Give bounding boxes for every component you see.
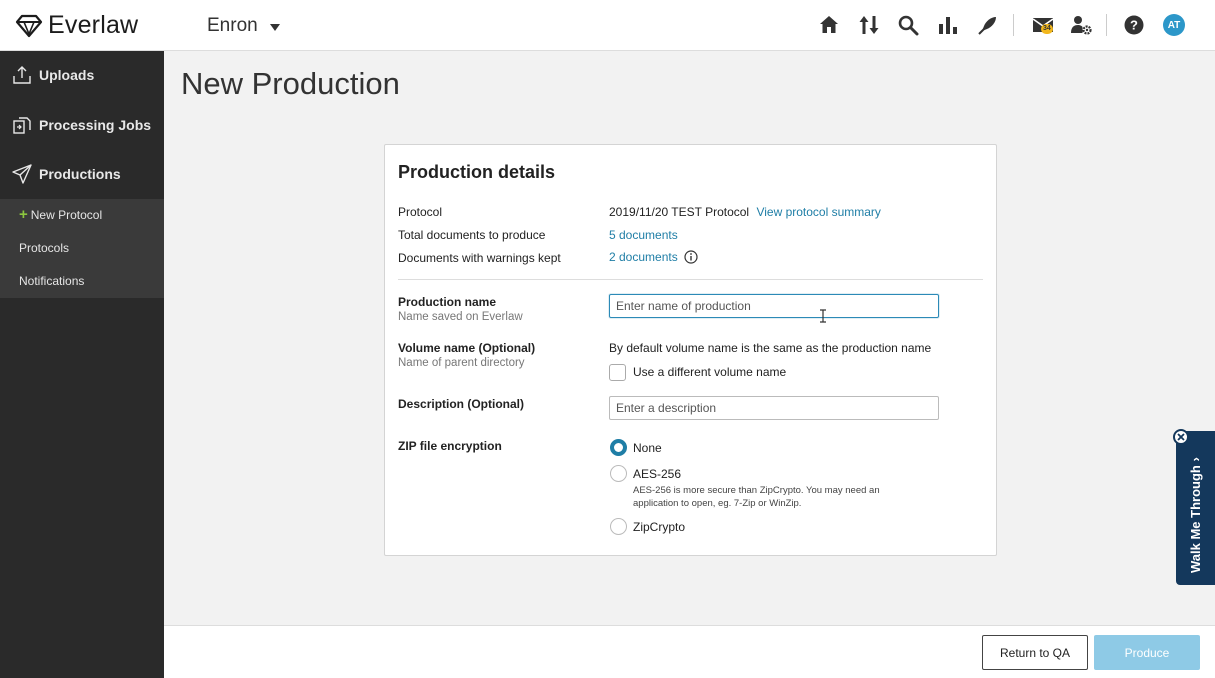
caret-down-icon <box>269 24 280 31</box>
walk-me-through-text: Walk Me Through <box>1188 465 1203 573</box>
production-name-sublabel: Name saved on Everlaw <box>398 311 523 323</box>
bar-chart-icon[interactable] <box>936 13 960 37</box>
sidebar-item-label: Processing Jobs <box>39 117 152 133</box>
volume-name-label: Volume name (Optional) <box>398 341 536 355</box>
svg-text:?: ? <box>1130 18 1138 33</box>
protocol-value-row: 2019/11/20 TEST Protocol View protocol s… <box>609 205 881 219</box>
diamond-logo-icon <box>15 14 43 37</box>
page-title: New Production <box>181 66 400 101</box>
section-divider <box>398 279 983 280</box>
project-name: Enron <box>207 15 258 36</box>
volume-default-text: By default volume name is the same as th… <box>609 341 932 355</box>
sort-icon[interactable] <box>857 13 881 37</box>
view-protocol-summary-link[interactable]: View protocol summary <box>756 205 881 219</box>
protocol-label: Protocol <box>398 205 443 219</box>
mail-icon[interactable]: 34 <box>1030 13 1056 37</box>
sidebar-item-uploads[interactable]: Uploads <box>0 51 164 99</box>
zip-aes256-label[interactable]: AES-256 <box>633 467 681 481</box>
production-details-card: Production details Protocol 2019/11/20 T… <box>384 144 997 556</box>
mail-count-badge: 34 <box>1041 24 1053 34</box>
total-docs-label: Total documents to produce <box>398 228 546 242</box>
zip-zipcrypto-label[interactable]: ZipCrypto <box>633 520 685 534</box>
production-name-input[interactable] <box>609 294 939 318</box>
sidebar: Uploads Processing Jobs Productions + New… <box>0 51 164 678</box>
everlaw-logo[interactable]: Everlaw <box>14 11 138 40</box>
project-selector[interactable]: Enron <box>207 15 280 37</box>
send-icon <box>12 164 32 184</box>
warnings-label: Documents with warnings kept <box>398 251 561 265</box>
sidebar-item-label: Uploads <box>39 67 95 83</box>
user-avatar[interactable]: AT <box>1163 14 1185 36</box>
plus-icon: + <box>19 206 28 223</box>
zip-encryption-label: ZIP file encryption <box>398 439 502 453</box>
user-gear-icon[interactable] <box>1069 13 1093 37</box>
divider <box>1106 14 1107 36</box>
productions-subnav: + New Protocol Protocols Notifications <box>0 199 164 298</box>
sidebar-subitem-label: New Protocol <box>30 208 103 222</box>
pen-icon[interactable] <box>976 13 1000 37</box>
warnings-docs-link[interactable]: 2 documents <box>609 250 678 264</box>
return-to-qa-button[interactable]: Return to QA <box>982 635 1088 670</box>
volume-name-sublabel: Name of parent directory <box>398 357 525 369</box>
search-icon[interactable] <box>896 13 920 37</box>
warnings-value-row: 2 documents <box>609 250 698 264</box>
sidebar-subitem-label: Protocols <box>19 241 70 255</box>
total-docs-link[interactable]: 5 documents <box>609 228 678 242</box>
chevron-right-icon: › <box>1188 457 1203 462</box>
sidebar-subitem-label: Notifications <box>19 274 85 288</box>
walk-me-through-tab[interactable]: Walk Me Through › <box>1176 431 1215 585</box>
card-title: Production details <box>398 162 556 182</box>
zip-none-radio[interactable] <box>610 439 627 456</box>
text-cursor-icon <box>820 309 826 323</box>
zip-zipcrypto-radio[interactable] <box>610 518 627 535</box>
sidebar-item-productions[interactable]: Productions <box>0 150 164 198</box>
info-icon[interactable] <box>684 250 698 264</box>
sidebar-subitem-new-protocol[interactable]: + New Protocol <box>19 206 102 223</box>
divider <box>1013 14 1014 36</box>
different-volume-label[interactable]: Use a different volume name <box>633 365 786 379</box>
zip-none-label[interactable]: None <box>633 441 662 455</box>
produce-button[interactable]: Produce <box>1094 635 1200 670</box>
bottom-action-bar: Return to QA Produce <box>164 625 1215 678</box>
top-bar: Everlaw Enron 34 ? AT <box>0 0 1215 51</box>
close-icon[interactable] <box>1173 429 1189 445</box>
description-input[interactable] <box>609 396 939 420</box>
zip-aes256-radio[interactable] <box>610 465 627 482</box>
sidebar-subitem-protocols[interactable]: Protocols <box>19 241 69 255</box>
home-icon[interactable] <box>817 13 841 37</box>
different-volume-checkbox[interactable] <box>609 364 626 381</box>
walk-me-through-label: Walk Me Through › <box>1188 457 1203 573</box>
aes256-help-text: AES-256 is more secure than ZipCrypto. Y… <box>633 485 880 509</box>
logo-text: Everlaw <box>48 11 139 39</box>
sidebar-subitem-notifications[interactable]: Notifications <box>19 274 84 288</box>
description-label: Description (Optional) <box>398 397 524 411</box>
sidebar-item-label: Productions <box>39 166 121 182</box>
processing-icon <box>13 117 31 134</box>
help-icon[interactable]: ? <box>1122 13 1146 37</box>
protocol-value: 2019/11/20 TEST Protocol <box>609 205 750 219</box>
production-name-label: Production name <box>398 295 497 309</box>
sidebar-item-processing-jobs[interactable]: Processing Jobs <box>0 101 164 149</box>
upload-icon <box>13 66 31 84</box>
